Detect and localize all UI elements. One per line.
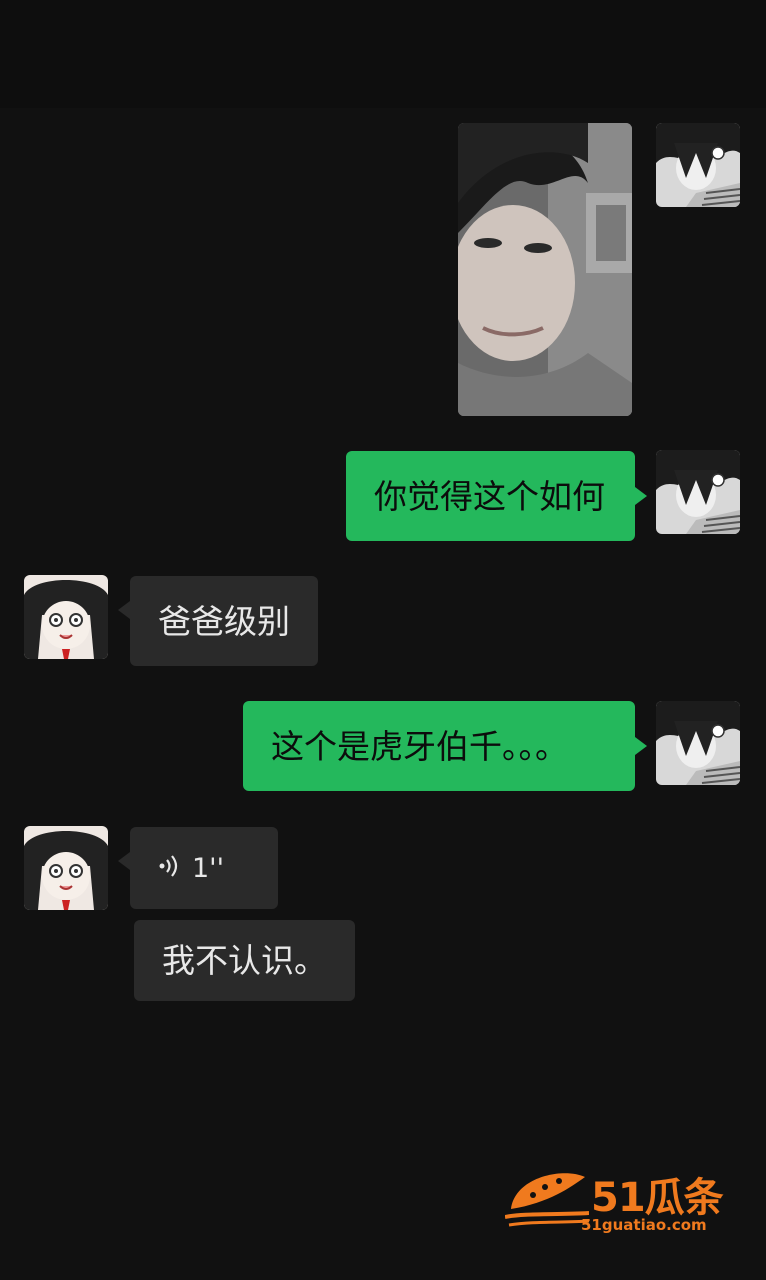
sent-photo[interactable] — [458, 123, 632, 416]
received-message-bubble[interactable]: 我不认识。 — [134, 920, 355, 1001]
message-text: 你觉得这个如何 — [374, 476, 605, 516]
avatar-image — [656, 701, 740, 785]
contact-avatar[interactable] — [24, 575, 108, 659]
sent-message-bubble[interactable]: 这个是虎牙伯千。。。 — [243, 701, 635, 791]
contact-avatar[interactable] — [24, 826, 108, 910]
bubble-tail — [635, 737, 647, 755]
voice-message-bubble[interactable]: 1'' — [130, 827, 278, 909]
watermelon-icon — [505, 1173, 589, 1227]
avatar-image — [656, 450, 740, 534]
watermark-domain: 51guatiao.com — [581, 1216, 707, 1234]
sent-message-bubble[interactable]: 你觉得这个如何 — [346, 451, 635, 541]
bubble-tail — [635, 487, 647, 505]
voice-duration: 1'' — [192, 852, 225, 884]
avatar-image — [24, 826, 108, 910]
watermark-logo: 51瓜条 51guatiao.com — [505, 1163, 745, 1243]
bubble-tail — [118, 601, 130, 619]
avatar-image — [656, 123, 740, 207]
my-avatar[interactable] — [656, 123, 740, 207]
top-bar — [0, 0, 766, 108]
message-text: 我不认识。 — [162, 941, 327, 980]
photo-image — [458, 123, 632, 416]
bubble-tail — [118, 852, 130, 870]
my-avatar[interactable] — [656, 701, 740, 785]
voice-wave-icon — [158, 854, 180, 882]
watermark-brand: 51瓜条 — [591, 1175, 724, 1221]
received-message-bubble[interactable]: 爸爸级别 — [130, 576, 318, 666]
avatar-image — [24, 575, 108, 659]
my-avatar[interactable] — [656, 450, 740, 534]
message-text: 爸爸级别 — [158, 601, 290, 641]
message-text: 这个是虎牙伯千。。。 — [271, 726, 568, 766]
